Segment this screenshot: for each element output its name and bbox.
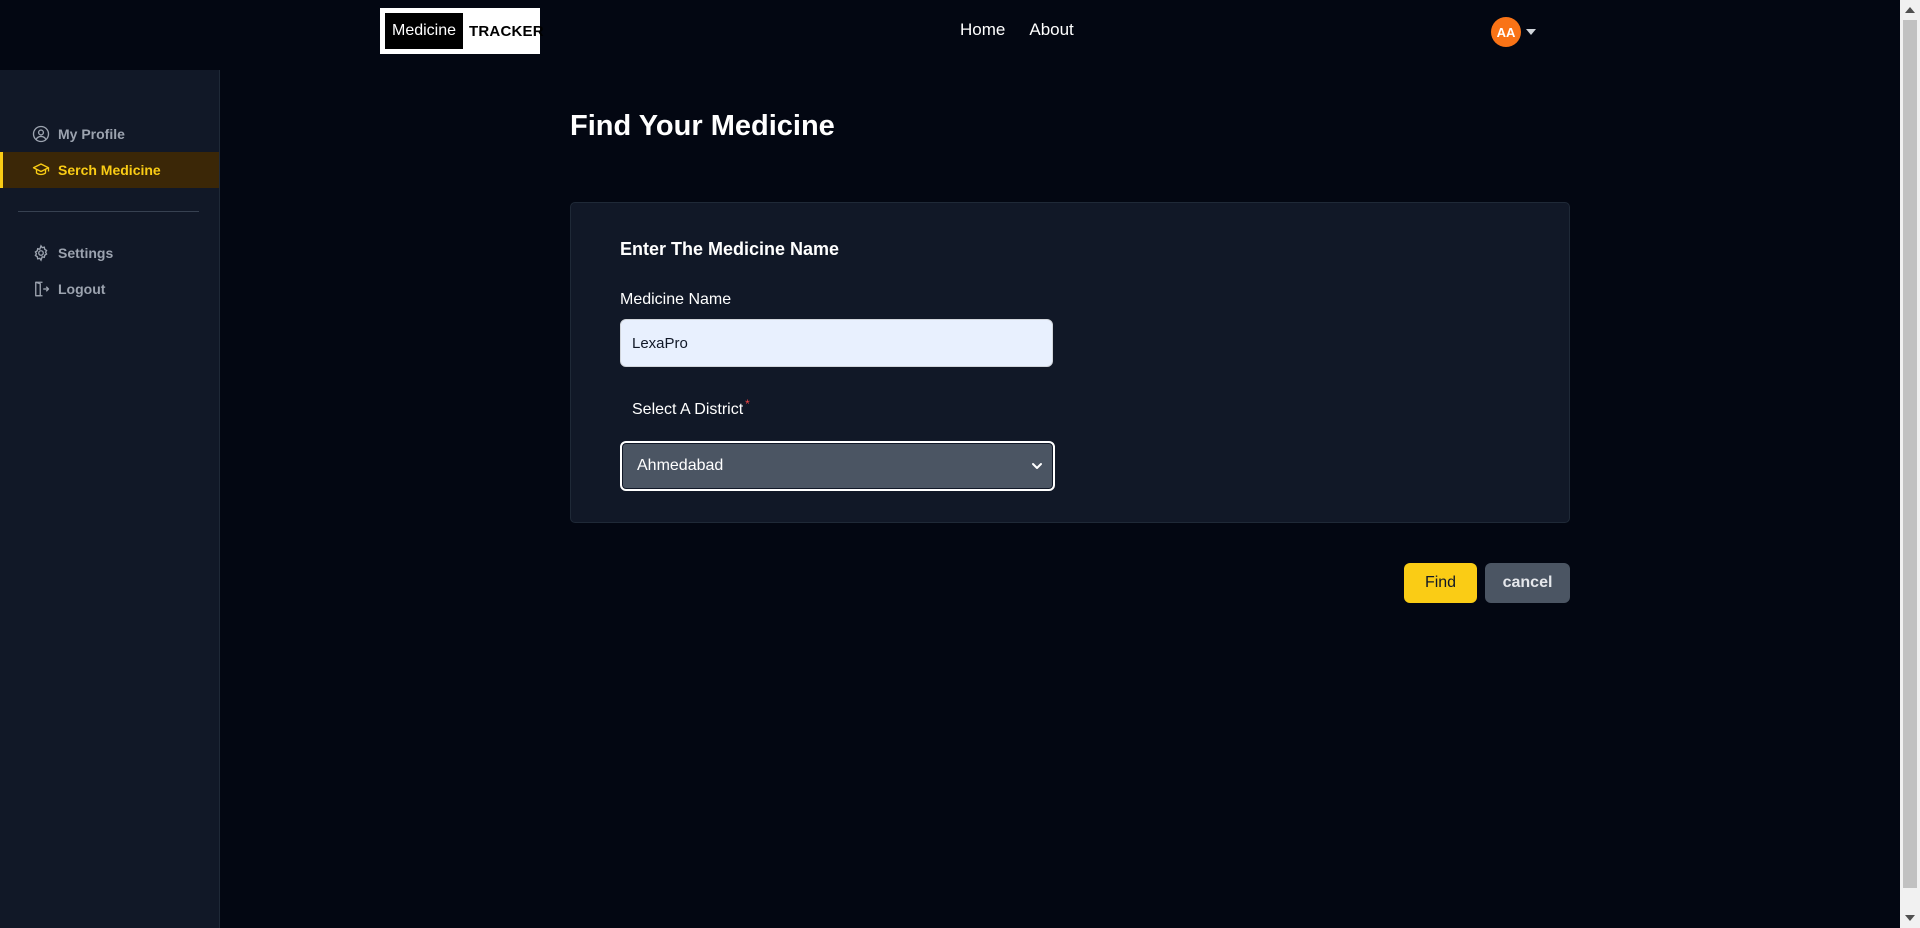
required-marker: * [745, 397, 750, 411]
main-nav: Home About [960, 20, 1074, 40]
find-button[interactable]: Find [1404, 563, 1477, 603]
sidebar: My Profile Serch Medicine Settings Logou… [0, 70, 220, 928]
sidebar-item-search-medicine[interactable]: Serch Medicine [0, 152, 219, 188]
sidebar-item-logout[interactable]: Logout [0, 271, 219, 307]
cancel-button[interactable]: cancel [1485, 563, 1570, 603]
logo-text-tracker: TRACKER [469, 22, 544, 40]
card-heading: Enter The Medicine Name [620, 239, 840, 259]
district-label: Select A District * [632, 397, 750, 419]
chevron-down-icon [1032, 463, 1042, 469]
top-navbar: Medicine TRACKER Home About AA [0, 0, 1900, 70]
nav-about-link[interactable]: About [1029, 20, 1073, 40]
district-select[interactable]: Ahmedabad [620, 441, 1055, 491]
sidebar-divider [18, 211, 199, 212]
sidebar-item-label: My Profile [58, 126, 125, 142]
search-form-card: Enter The Medicine Name Medicine Name Se… [570, 202, 1570, 523]
district-label-text: Select A District [632, 401, 744, 418]
logo-text-medicine: Medicine [385, 13, 464, 49]
district-select-value: Ahmedabad [637, 457, 724, 474]
gear-icon [34, 244, 48, 262]
sidebar-item-label: Logout [58, 281, 106, 297]
medicine-name-label: Medicine Name [620, 291, 732, 308]
caret-down-icon[interactable] [1526, 29, 1536, 35]
medicine-name-input[interactable] [620, 319, 1053, 367]
scroll-up-arrow-icon[interactable] [1905, 7, 1915, 13]
scroll-down-arrow-icon[interactable] [1905, 915, 1915, 921]
nav-home-link[interactable]: Home [960, 20, 1005, 40]
user-menu[interactable]: AA [1491, 17, 1536, 47]
graduation-cap-icon [32, 163, 50, 176]
sidebar-item-label: Settings [58, 245, 114, 261]
page-title: Find Your Medicine [570, 110, 835, 142]
app-logo[interactable]: Medicine TRACKER [380, 8, 544, 54]
sidebar-item-label: Serch Medicine [58, 162, 161, 178]
avatar[interactable]: AA [1491, 17, 1521, 47]
scrollbar-thumb[interactable] [1903, 20, 1917, 888]
logout-icon [35, 281, 50, 297]
sidebar-item-settings[interactable]: Settings [0, 235, 219, 271]
user-circle-icon [32, 125, 50, 143]
vertical-scrollbar[interactable] [1900, 0, 1920, 928]
sidebar-item-my-profile[interactable]: My Profile [0, 116, 219, 152]
